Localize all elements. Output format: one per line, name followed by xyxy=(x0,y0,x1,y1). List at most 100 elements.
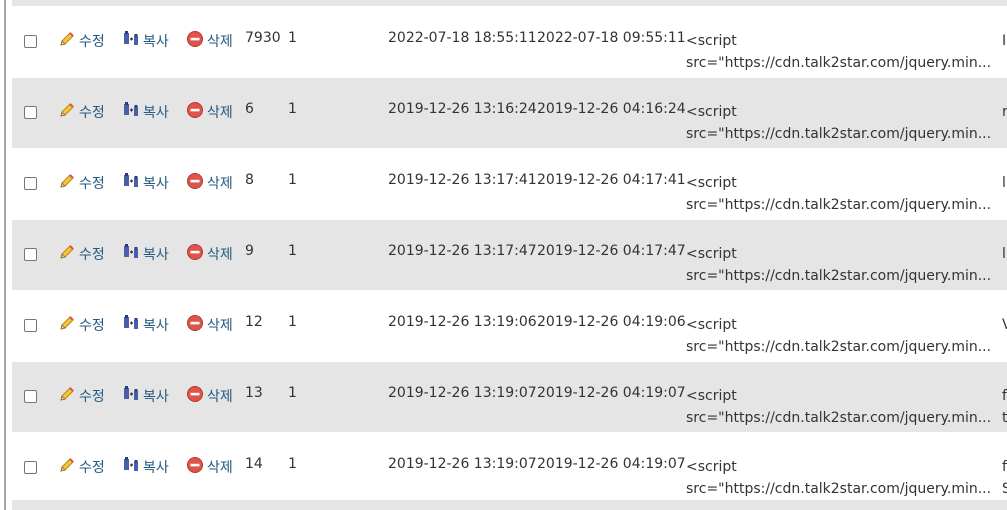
script-cell: <script src="https://cdn.talk2star.com/j… xyxy=(686,101,991,145)
delete-label: 삭제 xyxy=(207,247,233,263)
truncated-cell: V xyxy=(1002,314,1007,336)
script-cell: <script src="https://cdn.talk2star.com/j… xyxy=(686,314,991,358)
truncated-cell: f t xyxy=(1002,385,1007,429)
edit-button[interactable]: 수정 xyxy=(58,243,105,265)
truncated-cell: r xyxy=(1002,101,1007,123)
copy-button[interactable]: 복사 xyxy=(122,385,169,407)
copy-button[interactable]: 복사 xyxy=(122,101,169,123)
truncated-line-1: V xyxy=(1002,317,1007,333)
pencil-icon xyxy=(58,243,76,265)
row-checkbox[interactable] xyxy=(24,319,37,332)
edit-label: 수정 xyxy=(79,460,105,476)
copy-button[interactable]: 복사 xyxy=(122,30,169,52)
truncated-cell: I xyxy=(1002,30,1006,52)
copy-icon xyxy=(122,172,140,194)
row-checkbox[interactable] xyxy=(24,390,37,403)
truncated-cell: l xyxy=(1002,243,1006,265)
delete-icon xyxy=(186,385,204,407)
created-date-cell: 2019-12-26 13:17:47 xyxy=(388,243,537,259)
delete-button[interactable]: 삭제 xyxy=(186,101,233,123)
value-cell: 1 xyxy=(288,314,297,330)
delete-button[interactable]: 삭제 xyxy=(186,385,233,407)
pencil-icon xyxy=(58,172,76,194)
script-line-2: src="https://cdn.talk2star.com/jquery.mi… xyxy=(686,55,992,71)
row-checkbox[interactable] xyxy=(24,106,37,119)
delete-icon xyxy=(186,456,204,478)
script-line-2: src="https://cdn.talk2star.com/jquery.mi… xyxy=(686,126,992,142)
copy-label: 복사 xyxy=(143,105,169,121)
row-checkbox[interactable] xyxy=(24,177,37,190)
updated-date-cell: 2019-12-26 04:16:24 xyxy=(537,101,686,117)
created-date-cell: 2022-07-18 18:55:11 xyxy=(388,30,537,46)
edit-label: 수정 xyxy=(79,318,105,334)
value-cell: 1 xyxy=(288,30,297,46)
updated-date-cell: 2019-12-26 04:17:47 xyxy=(537,243,686,259)
truncated-line-1: r xyxy=(1002,104,1007,120)
pencil-icon xyxy=(58,456,76,478)
copy-label: 복사 xyxy=(143,318,169,334)
copy-button[interactable]: 복사 xyxy=(122,243,169,265)
id-cell: 8 xyxy=(245,172,254,188)
results-table: 수정 복사 삭제 7930 1 2022-07-18 18:55:11 2022… xyxy=(12,0,1007,503)
left-border xyxy=(4,0,6,510)
table-row: 수정 복사 삭제 13 1 2019-12-26 13:19:07 2019-1… xyxy=(12,361,1007,432)
edit-button[interactable]: 수정 xyxy=(58,456,105,478)
copy-icon xyxy=(122,101,140,123)
created-date-cell: 2019-12-26 13:19:07 xyxy=(388,385,537,401)
copy-label: 복사 xyxy=(143,34,169,50)
delete-icon xyxy=(186,30,204,52)
table-row: 수정 복사 삭제 8 1 2019-12-26 13:17:41 2019-12… xyxy=(12,148,1007,219)
script-line-2: src="https://cdn.talk2star.com/jquery.mi… xyxy=(686,481,992,497)
delete-icon xyxy=(186,243,204,265)
edit-button[interactable]: 수정 xyxy=(58,30,105,52)
delete-button[interactable]: 삭제 xyxy=(186,30,233,52)
edit-button[interactable]: 수정 xyxy=(58,172,105,194)
edit-button[interactable]: 수정 xyxy=(58,101,105,123)
delete-label: 삭제 xyxy=(207,105,233,121)
script-cell: <script src="https://cdn.talk2star.com/j… xyxy=(686,243,991,287)
copy-icon xyxy=(122,456,140,478)
pencil-icon xyxy=(58,101,76,123)
created-date-cell: 2019-12-26 13:19:06 xyxy=(388,314,537,330)
delete-button[interactable]: 삭제 xyxy=(186,456,233,478)
script-cell: <script src="https://cdn.talk2star.com/j… xyxy=(686,385,991,429)
updated-date-cell: 2019-12-26 04:19:07 xyxy=(537,456,686,472)
script-cell: <script src="https://cdn.talk2star.com/j… xyxy=(686,456,991,500)
id-cell: 14 xyxy=(245,456,263,472)
truncated-cell: f S xyxy=(1002,456,1007,500)
pencil-icon xyxy=(58,314,76,336)
script-line-2: src="https://cdn.talk2star.com/jquery.mi… xyxy=(686,339,992,355)
delete-icon xyxy=(186,101,204,123)
truncated-line-1: f xyxy=(1002,459,1007,475)
value-cell: 1 xyxy=(288,172,297,188)
truncated-line-1: l xyxy=(1002,175,1006,191)
delete-label: 삭제 xyxy=(207,34,233,50)
value-cell: 1 xyxy=(288,456,297,472)
delete-button[interactable]: 삭제 xyxy=(186,243,233,265)
id-cell: 6 xyxy=(245,101,254,117)
updated-date-cell: 2019-12-26 04:19:07 xyxy=(537,385,686,401)
edit-button[interactable]: 수정 xyxy=(58,385,105,407)
edit-button[interactable]: 수정 xyxy=(58,314,105,336)
copy-button[interactable]: 복사 xyxy=(122,456,169,478)
row-checkbox[interactable] xyxy=(24,35,37,48)
edit-label: 수정 xyxy=(79,105,105,121)
edit-label: 수정 xyxy=(79,389,105,405)
updated-date-cell: 2019-12-26 04:17:41 xyxy=(537,172,686,188)
truncated-cell: l xyxy=(1002,172,1006,194)
delete-button[interactable]: 삭제 xyxy=(186,314,233,336)
script-line-1: <script xyxy=(686,104,737,120)
delete-icon xyxy=(186,172,204,194)
edit-label: 수정 xyxy=(79,176,105,192)
truncated-line-2: S xyxy=(1002,481,1007,497)
row-checkbox[interactable] xyxy=(24,461,37,474)
delete-label: 삭제 xyxy=(207,460,233,476)
copy-button[interactable]: 복사 xyxy=(122,314,169,336)
id-cell: 13 xyxy=(245,385,263,401)
copy-button[interactable]: 복사 xyxy=(122,172,169,194)
script-line-1: <script xyxy=(686,33,737,49)
copy-icon xyxy=(122,385,140,407)
row-checkbox[interactable] xyxy=(24,248,37,261)
delete-button[interactable]: 삭제 xyxy=(186,172,233,194)
script-line-1: <script xyxy=(686,175,737,191)
